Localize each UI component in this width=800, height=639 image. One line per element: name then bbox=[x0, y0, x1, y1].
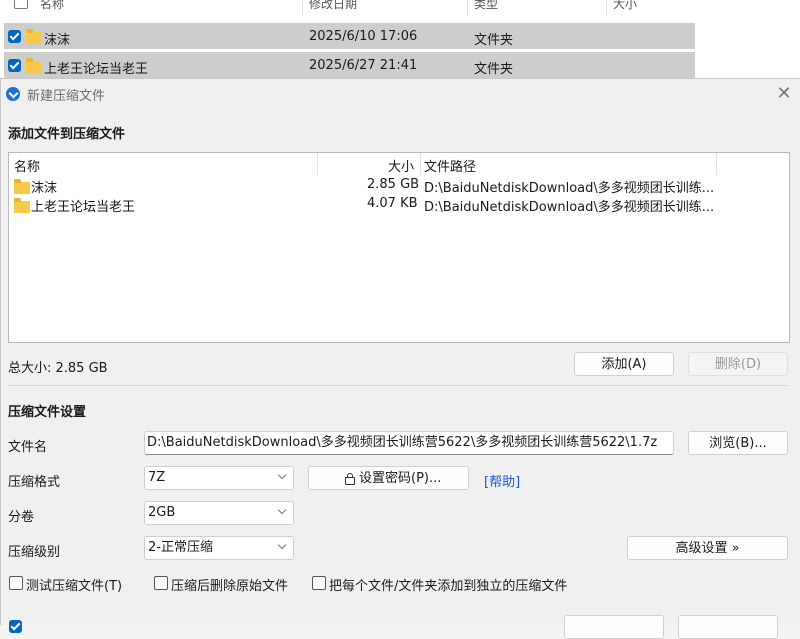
select-all-checkbox[interactable] bbox=[14, 0, 28, 9]
file-size: 4.07 KB bbox=[367, 196, 418, 211]
separate-archives-label[interactable]: 把每个文件/文件夹添加到独立的压缩文件 bbox=[329, 575, 567, 594]
column-separator bbox=[606, 0, 607, 16]
column-name-header[interactable]: 名称 bbox=[40, 0, 64, 14]
list-header-name[interactable]: 名称 bbox=[14, 156, 40, 175]
chevron-down-icon bbox=[277, 505, 287, 515]
file-list[interactable]: 名称 大小 文件路径 沫沫 2.85 GB D:\BaiduNetdiskDow… bbox=[8, 152, 790, 343]
test-archive-label[interactable]: 测试压缩文件(T) bbox=[26, 575, 122, 594]
level-value: 2-正常压缩 bbox=[148, 540, 213, 555]
cancel-button[interactable] bbox=[678, 615, 778, 639]
column-separator bbox=[317, 153, 318, 175]
dialog-title: 新建压缩文件 bbox=[27, 89, 106, 104]
folder-icon bbox=[14, 179, 30, 194]
row-checkbox[interactable] bbox=[8, 30, 21, 43]
row-name: 沫沫 bbox=[44, 33, 71, 48]
set-password-button[interactable]: 设置密码(P)... bbox=[308, 466, 469, 490]
close-icon[interactable]: ✕ bbox=[771, 81, 797, 107]
file-path: D:\BaiduNetdiskDownload\多多视频团长训练... bbox=[424, 200, 715, 215]
list-header-path[interactable]: 文件路径 bbox=[424, 156, 476, 175]
explorer-row[interactable]: 沫沫 2025/6/10 17:06 文件夹 bbox=[4, 23, 695, 49]
format-label: 压缩格式 bbox=[8, 475, 61, 490]
set-password-label: 设置密码(P)... bbox=[359, 471, 442, 486]
more-options-checkbox[interactable] bbox=[9, 620, 22, 633]
file-path: D:\BaiduNetdiskDownload\多多视频团长训练... bbox=[424, 181, 715, 196]
volume-value: 2GB bbox=[148, 505, 176, 520]
archive-settings-section-title: 压缩文件设置 bbox=[8, 405, 87, 420]
explorer-background: 名称 修改日期 类型 大小 沫沫 2025/6/10 17:06 文件夹 上老王… bbox=[0, 0, 800, 80]
volume-label: 分卷 bbox=[8, 510, 35, 525]
add-button[interactable]: 添加(A) bbox=[574, 352, 674, 376]
level-label: 压缩级别 bbox=[8, 545, 61, 560]
lock-icon bbox=[345, 473, 355, 485]
delete-after-checkbox[interactable] bbox=[154, 576, 168, 590]
browse-button[interactable]: 浏览(B)... bbox=[688, 431, 788, 455]
chevron-down-icon bbox=[277, 540, 287, 550]
test-archive-checkbox[interactable] bbox=[9, 576, 23, 590]
chevron-down-icon bbox=[277, 470, 287, 480]
advanced-settings-button[interactable]: 高级设置 » bbox=[627, 536, 788, 560]
folder-icon bbox=[14, 198, 30, 213]
filename-label: 文件名 bbox=[8, 440, 48, 455]
folder-icon bbox=[26, 58, 42, 73]
file-name: 上老王论坛当老王 bbox=[31, 200, 136, 215]
help-link[interactable]: [帮助] bbox=[484, 471, 520, 490]
list-header-size[interactable]: 大小 bbox=[388, 156, 414, 175]
row-checkbox[interactable] bbox=[8, 59, 21, 72]
column-date-header[interactable]: 修改日期 bbox=[309, 0, 357, 14]
column-size-header[interactable]: 大小 bbox=[613, 0, 637, 14]
row-type: 文件夹 bbox=[474, 62, 514, 77]
app-logo-icon bbox=[6, 87, 20, 101]
start-button[interactable] bbox=[564, 615, 664, 639]
delete-button[interactable]: 删除(D) bbox=[688, 352, 788, 376]
explorer-row[interactable]: 上老王论坛当老王 2025/6/27 21:41 文件夹 bbox=[4, 52, 695, 78]
column-separator bbox=[716, 153, 717, 175]
folder-icon bbox=[26, 29, 42, 44]
filename-input[interactable]: D:\BaiduNetdiskDownload\多多视频团长训练营5622\多多… bbox=[144, 431, 674, 455]
column-separator bbox=[420, 153, 421, 175]
level-select[interactable]: 2-正常压缩 bbox=[144, 536, 294, 560]
delete-after-label[interactable]: 压缩后删除原始文件 bbox=[171, 575, 288, 594]
column-separator bbox=[467, 0, 468, 16]
file-name: 沫沫 bbox=[31, 181, 58, 196]
format-value: 7Z bbox=[148, 470, 166, 485]
add-files-section-title: 添加文件到压缩文件 bbox=[8, 127, 126, 142]
format-select[interactable]: 7Z bbox=[144, 466, 294, 490]
total-size: 总大小: 2.85 GB bbox=[8, 361, 108, 376]
column-type-header[interactable]: 类型 bbox=[474, 0, 498, 14]
row-date: 2025/6/10 17:06 bbox=[309, 29, 418, 44]
separate-archives-checkbox[interactable] bbox=[312, 576, 326, 590]
volume-select[interactable]: 2GB bbox=[144, 501, 294, 525]
new-archive-dialog: 新建压缩文件 ✕ 添加文件到压缩文件 名称 大小 文件路径 沫沫 2.85 GB… bbox=[0, 78, 800, 639]
row-date: 2025/6/27 21:41 bbox=[309, 58, 418, 73]
divider bbox=[8, 385, 788, 386]
column-separator bbox=[302, 0, 303, 16]
row-name: 上老王论坛当老王 bbox=[44, 62, 149, 77]
file-size: 2.85 GB bbox=[367, 177, 420, 192]
row-type: 文件夹 bbox=[474, 33, 514, 48]
